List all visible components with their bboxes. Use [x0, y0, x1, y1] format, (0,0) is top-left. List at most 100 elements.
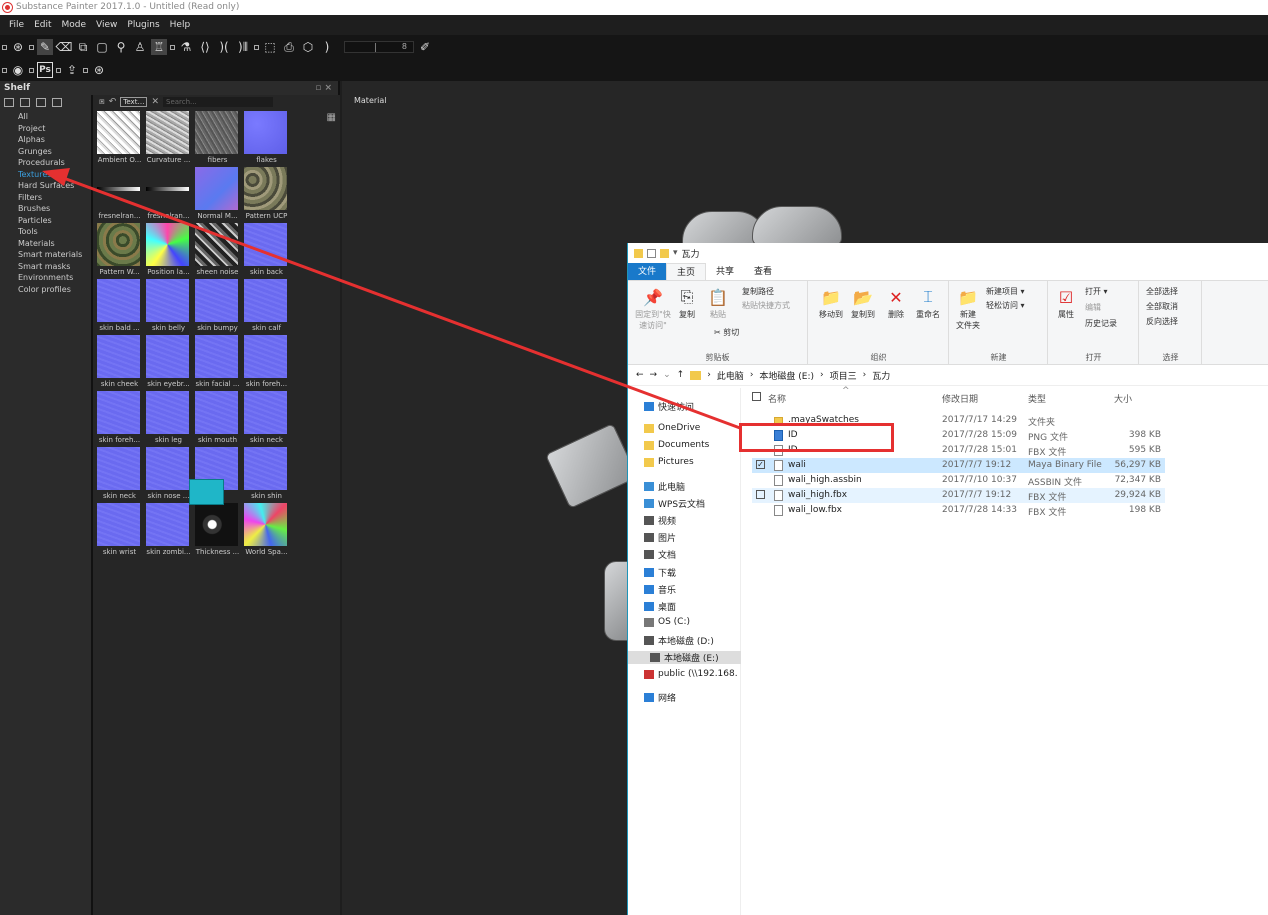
pencil-icon[interactable]: ✐ — [417, 39, 433, 55]
column-name[interactable]: 名称 — [768, 392, 786, 405]
asset-thumbnail[interactable]: skin foreh... — [95, 391, 144, 447]
category-item[interactable]: Tools — [18, 226, 90, 238]
asset-thumbnail[interactable]: skin leg — [144, 391, 193, 447]
pipette-icon[interactable]: ⚗ — [178, 39, 194, 55]
brush-size-slider[interactable]: 8 — [344, 41, 414, 53]
nav-item[interactable]: OneDrive — [644, 423, 700, 433]
nav-item[interactable]: 本地磁盘 (D:) — [644, 634, 714, 647]
asset-thumbnail[interactable]: skin foreh... — [242, 335, 291, 391]
row-checkbox[interactable] — [756, 490, 765, 499]
category-item[interactable]: All — [18, 111, 90, 123]
nav-item[interactable]: 快速访问 — [644, 400, 694, 413]
asset-thumbnail[interactable]: Thickness ... — [193, 503, 242, 559]
cut-button[interactable]: ✂ 剪切 — [714, 327, 739, 338]
recent-dropdown-icon[interactable]: ⌄ — [663, 370, 671, 380]
menu-help[interactable]: Help — [170, 20, 191, 30]
screenshot-icon[interactable]: ⎙ — [281, 39, 297, 55]
easy-access-button[interactable]: 轻松访问 ▾ — [986, 300, 1025, 311]
camera-icon[interactable]: ◉ — [10, 62, 26, 78]
paint-brush-icon[interactable]: ✎ — [37, 39, 53, 55]
breadcrumb-this-pc[interactable]: 此电脑 — [717, 369, 744, 382]
category-item[interactable]: Brushes — [18, 203, 90, 215]
nav-item[interactable]: OS (C:) — [644, 617, 690, 627]
asset-thumbnail[interactable]: skin bumpy — [193, 279, 242, 335]
asset-thumbnail[interactable]: World Spa... — [242, 503, 291, 559]
nav-item[interactable]: 网络 — [644, 691, 676, 704]
nav-item[interactable]: WPS云文档 — [644, 497, 705, 510]
edit-button[interactable]: 编辑 — [1085, 302, 1101, 313]
nav-item[interactable]: Pictures — [644, 457, 694, 467]
asset-thumbnail[interactable]: Pattern W... — [95, 223, 144, 279]
asset-thumbnail[interactable]: skin back — [242, 223, 291, 279]
column-size[interactable]: 大小 — [1114, 392, 1132, 405]
tab-file[interactable]: 文件 — [628, 263, 667, 280]
asset-thumbnail[interactable]: Normal M... — [193, 167, 242, 223]
nav-item[interactable]: 音乐 — [644, 583, 676, 596]
file-row[interactable]: wali_low.fbx 2017/7/28 14:33 FBX 文件 198 KB — [752, 503, 1165, 518]
asset-thumbnail[interactable]: skin wrist — [95, 503, 144, 559]
forward-icon[interactable]: → — [650, 370, 658, 380]
export-icon[interactable]: ⇪ — [64, 62, 80, 78]
grid-view-icon[interactable]: ▦ — [327, 112, 336, 123]
category-item[interactable]: Smart materials — [18, 249, 90, 261]
category-item[interactable]: Grunges — [18, 146, 90, 158]
properties-button[interactable]: ☑ 属性 — [1053, 287, 1079, 320]
open-button[interactable]: 打开 ▾ — [1085, 286, 1108, 297]
asset-thumbnail[interactable]: skin facial ... — [193, 335, 242, 391]
select-none-button[interactable]: 全部取消 — [1146, 301, 1178, 312]
breadcrumb-drive-e[interactable]: 本地磁盘 (E:) — [759, 369, 814, 382]
nav-item[interactable]: 下载 — [644, 566, 676, 579]
asset-thumbnail[interactable]: skin bald ... — [95, 279, 144, 335]
symmetry-x-icon[interactable]: )( — [216, 39, 232, 55]
category-item[interactable]: Hard Surfaces — [18, 180, 90, 192]
category-item[interactable]: Color profiles — [18, 284, 90, 296]
projection-icon[interactable]: ⧉ — [75, 39, 91, 55]
camera-cube-icon[interactable]: ⬚ — [262, 39, 278, 55]
view-cube-icon[interactable]: ⬡ — [300, 39, 316, 55]
asset-thumbnail[interactable]: Pattern UCP — [242, 167, 291, 223]
paste-shortcut-button[interactable]: 粘贴快捷方式 — [742, 300, 790, 311]
filter-icon[interactable]: ⧆ — [99, 97, 105, 107]
asset-thumbnail[interactable]: skin neck — [242, 391, 291, 447]
tab-share[interactable]: 共享 — [706, 263, 744, 280]
shelf-search-input[interactable]: Search... — [163, 97, 273, 107]
asset-thumbnail[interactable]: skin mouth — [193, 391, 242, 447]
nav-item[interactable]: 本地磁盘 (E:) — [628, 651, 741, 664]
tab-home[interactable]: 主页 — [666, 263, 707, 280]
close-filter-icon[interactable]: ✕ — [151, 97, 159, 107]
clone-stamp-icon[interactable]: ♙ — [132, 39, 148, 55]
category-item[interactable]: Particles — [18, 215, 90, 227]
polygon-fill-icon[interactable]: ▢ — [94, 39, 110, 55]
category-item[interactable]: Alphas — [18, 134, 90, 146]
asset-thumbnail[interactable]: skin shin — [242, 447, 291, 503]
new-folder-quick-icon[interactable] — [660, 248, 669, 258]
asset-thumbnail[interactable]: fresnelran... — [95, 167, 144, 223]
file-row[interactable]: ✓ wali 2017/7/7 19:12 Maya Binary File 56,29… — [752, 458, 1165, 473]
folder-icon[interactable] — [4, 97, 14, 107]
back-icon[interactable]: ← — [636, 370, 644, 380]
asset-thumbnail[interactable]: flakes — [242, 111, 291, 167]
history-button[interactable]: 历史记录 — [1085, 318, 1117, 329]
up-icon[interactable]: ↑ — [677, 370, 685, 380]
smudge-icon[interactable]: ⚲ — [113, 39, 129, 55]
column-date[interactable]: 修改日期 — [942, 392, 978, 405]
paste-button[interactable]: 📋 粘贴 — [706, 287, 730, 320]
asset-thumbnail[interactable]: fibers — [193, 111, 242, 167]
asset-thumbnail[interactable]: skin cheek — [95, 335, 144, 391]
new-folder-button[interactable]: 📁 新建 文件夹 — [954, 287, 982, 331]
nav-item[interactable]: 图片 — [644, 531, 676, 544]
new-item-button[interactable]: 新建项目 ▾ — [986, 286, 1025, 297]
nav-item[interactable]: 此电脑 — [644, 480, 685, 493]
category-item[interactable]: Materials — [18, 238, 90, 250]
invert-selection-button[interactable]: 反向选择 — [1146, 316, 1178, 327]
eraser-icon[interactable]: ⌫ — [56, 39, 73, 55]
menu-edit[interactable]: Edit — [34, 20, 51, 30]
rename-button[interactable]: ⌶ 重命名 — [913, 287, 943, 320]
menu-mode[interactable]: Mode — [62, 20, 87, 30]
reset-icon[interactable]: ↶ — [109, 97, 117, 107]
delete-button[interactable]: ✕ 删除 — [885, 287, 907, 320]
menu-view[interactable]: View — [96, 20, 117, 30]
asset-thumbnail[interactable]: skin calf — [242, 279, 291, 335]
substance-logo-icon[interactable]: ⊛ — [10, 39, 26, 55]
symmetry-icon[interactable]: ⟨⟩ — [197, 39, 213, 55]
